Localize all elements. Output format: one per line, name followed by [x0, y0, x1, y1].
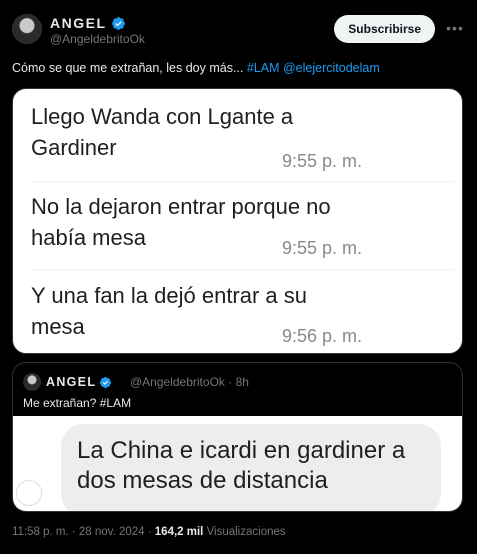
tweet-timestamp[interactable]: 11:58 p. m. · 28 nov. 2024 ·: [12, 526, 155, 538]
quoted-author-display-name: ANGEL: [46, 375, 97, 389]
quoted-author-avatar: [23, 373, 41, 391]
chat-message-time: 9:55 p. m.: [281, 238, 362, 258]
chat-avatar-placeholder: [16, 480, 42, 506]
tweet-text: Cómo se que me extrañan, les doy más... …: [12, 61, 380, 75]
tweet-meta: 11:58 p. m. · 28 nov. 2024 · 164,2 mil V…: [12, 526, 286, 538]
more-horizontal-icon[interactable]: •••: [445, 18, 465, 38]
quoted-tweet-text: Me extrañan? #LAM: [23, 396, 132, 410]
chat-divider: [33, 269, 453, 270]
views-count: 164,2 mil: [154, 526, 204, 538]
chat-message-time: 9:55 p. m.: [281, 151, 362, 171]
tweet-media-image[interactable]: Llego Wanda con Lgante a Gardiner 9:55 p…: [12, 88, 463, 354]
tweet-body-text: Cómo se que me extrañan, les doy más...: [12, 61, 247, 75]
views-label: Visualizaciones: [203, 526, 286, 538]
hashtag-link[interactable]: #LAM: [247, 61, 280, 75]
quoted-author-handle-time: @AngeldebritoOk · 8h: [130, 375, 249, 389]
chat-bubble-text: La China e icardi en gardiner a dos mesa…: [77, 437, 406, 494]
mention-link[interactable]: @elejercitodelam: [283, 61, 380, 75]
quoted-tweet[interactable]: ANGEL @AngeldebritoOk · 8h Me extrañan? …: [12, 362, 463, 512]
author-handle[interactable]: @AngeldebritoOk: [50, 32, 145, 46]
chat-message-time: 9:56 p. m.: [281, 326, 362, 346]
quoted-tweet-media: La China e icardi en gardiner a dos mesa…: [13, 416, 462, 511]
author-avatar[interactable]: [12, 14, 42, 44]
author-name-row[interactable]: ANGEL: [50, 15, 126, 31]
chat-bubble: La China e icardi en gardiner a dos mesa…: [61, 424, 441, 511]
subscribe-button[interactable]: Subscribirse: [334, 15, 435, 43]
verified-badge-icon: [100, 376, 112, 388]
verified-badge-icon: [111, 16, 125, 30]
quoted-author-name-row: ANGEL: [46, 375, 112, 389]
tweet-header: ANGEL @AngeldebritoOk Subscribirse •••: [12, 12, 465, 48]
author-display-name[interactable]: ANGEL: [50, 15, 107, 31]
chat-divider: [33, 181, 453, 182]
